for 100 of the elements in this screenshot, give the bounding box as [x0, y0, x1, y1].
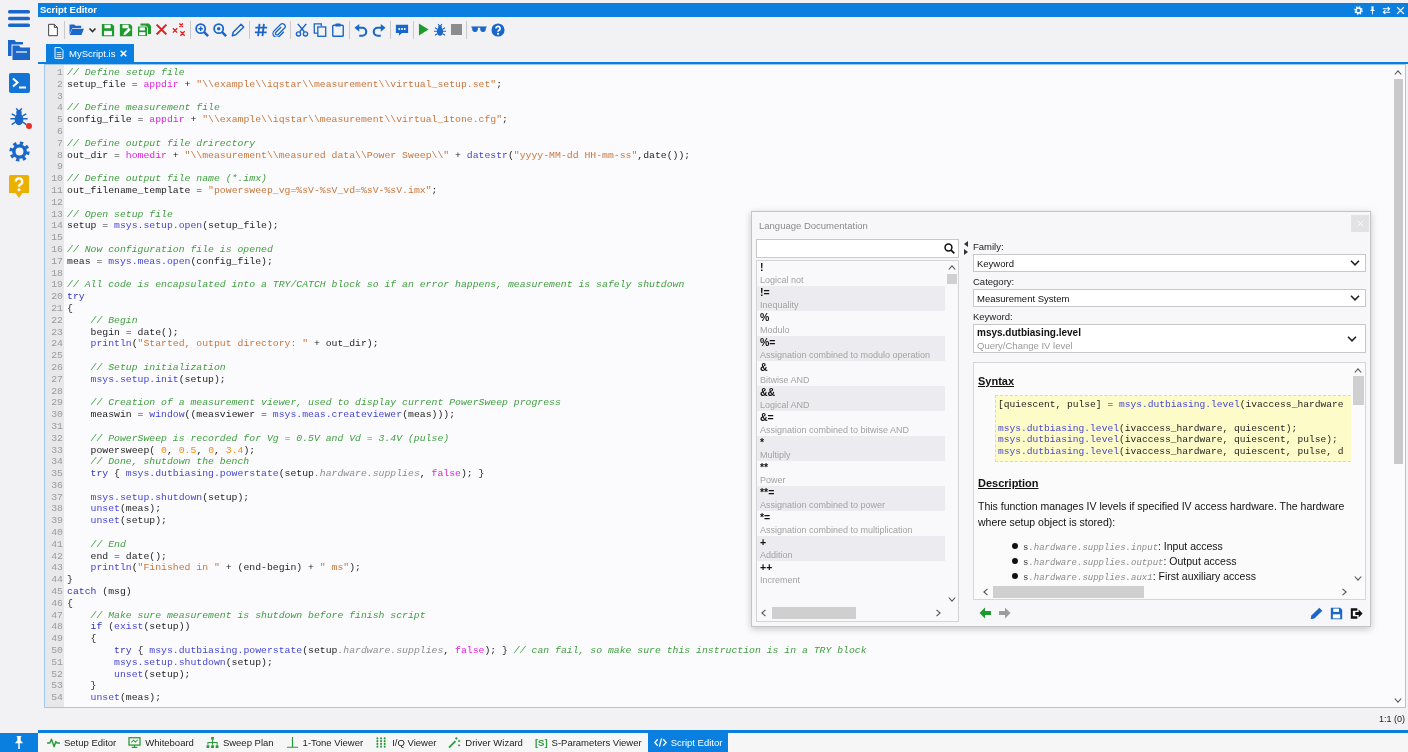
keyword-list-item[interactable]: && Logical AND — [757, 386, 945, 411]
keyword-list-item[interactable]: ++ Increment — [757, 561, 945, 586]
line-number: 2 — [57, 78, 63, 91]
code-line: if (exist(setup)) — [90, 621, 191, 634]
editor-tab[interactable]: MyScript.is — [46, 44, 135, 62]
taskbar-tab[interactable]: Sweep Plan — [199, 733, 280, 752]
redo-icon[interactable] — [372, 22, 386, 37]
line-number: 33 — [51, 444, 63, 457]
operator-symbol: % — [760, 311, 770, 324]
taskbar-tab[interactable]: [S] S-Parameters Viewer — [528, 733, 648, 752]
chevron-right-icon[interactable] — [936, 609, 941, 617]
taskbar-tab[interactable]: Driver Wizard — [442, 733, 529, 752]
dropdown[interactable]: Measurement System — [973, 289, 1366, 307]
hash-icon[interactable] — [254, 22, 268, 37]
folders-icon[interactable] — [8, 40, 30, 60]
pencil-icon[interactable] — [1310, 606, 1323, 620]
save-icon[interactable] — [1330, 606, 1343, 620]
scissors-icon[interactable] — [295, 22, 309, 37]
keyword-list-item[interactable]: + Addition — [757, 536, 945, 561]
scrollbar-thumb[interactable] — [772, 607, 856, 619]
keyword-list-item[interactable]: ** Power — [757, 461, 945, 486]
taskbar-tab[interactable]: Whiteboard — [122, 733, 200, 752]
code-line: // Now configuration file is opened — [67, 243, 273, 256]
line-number: 42 — [51, 550, 63, 563]
chevron-down-icon[interactable] — [1354, 576, 1362, 581]
magnifier-icon[interactable] — [213, 22, 227, 37]
scrollbar-thumb[interactable] — [993, 585, 1144, 598]
exit-icon[interactable] — [1350, 606, 1363, 620]
chevron-right-icon[interactable] — [1342, 587, 1347, 596]
pin-icon[interactable] — [1368, 5, 1377, 15]
new-file-icon[interactable] — [46, 22, 60, 37]
code-line: // Creation of a measurement viewer, used to display current PowerSweep progress — [90, 397, 561, 410]
play-icon[interactable] — [418, 23, 429, 36]
left-triangle-icon[interactable] — [964, 241, 968, 247]
close-icon[interactable] — [1396, 5, 1405, 15]
undo-icon[interactable] — [354, 22, 368, 37]
keyword-list-item[interactable]: % Modulo — [757, 311, 945, 336]
operator-description: Addition — [760, 548, 793, 561]
chevron-up-icon[interactable] — [1354, 368, 1362, 373]
menu-icon[interactable] — [8, 10, 30, 27]
line-number: 41 — [51, 538, 63, 551]
dropdown[interactable]: Keyword — [973, 254, 1366, 272]
code-line: try — [67, 291, 85, 303]
keyword-list-item[interactable]: &= Assignation combined to bitwise AND — [757, 411, 945, 436]
settings-icon[interactable] — [8, 141, 30, 162]
copy-icon[interactable] — [313, 22, 327, 37]
cross-icon[interactable] — [155, 23, 168, 36]
taskbar-tab[interactable]: Setup Editor — [41, 733, 123, 752]
line-number: 38 — [51, 503, 63, 516]
scrollbar-thumb[interactable] — [946, 274, 957, 284]
chevron-left-icon[interactable] — [761, 609, 766, 617]
save-all-icon[interactable] — [137, 22, 151, 37]
glasses-icon[interactable] — [471, 26, 487, 33]
keyword-list-item[interactable]: != Inequality — [757, 286, 945, 311]
zoom-in-icon[interactable] — [195, 22, 209, 37]
line-number: 44 — [51, 574, 63, 587]
pin-icon[interactable] — [0, 733, 38, 752]
keyword-list-item[interactable]: & Bitwise AND — [757, 361, 945, 386]
arrow-left-icon[interactable] — [979, 607, 991, 619]
swap-icon[interactable] — [1382, 5, 1391, 15]
code-line: msys.setup.shutdown(setup); — [114, 656, 273, 669]
chevron-up-icon[interactable] — [947, 265, 956, 270]
keyword-list-item[interactable]: * Multiply — [757, 436, 945, 461]
folder-icon[interactable] — [69, 23, 84, 36]
taskbar-tab[interactable]: 1-Tone Viewer — [279, 733, 370, 752]
operator-description: Inequality — [760, 298, 799, 311]
line-number: 49 — [51, 633, 63, 646]
chevron-up-icon[interactable] — [1394, 70, 1402, 75]
keyword-list-item[interactable]: **= Assignation combined to power — [757, 486, 945, 511]
bug-icon[interactable] — [9, 106, 29, 128]
operator-description: Increment — [760, 573, 801, 586]
keyword-list-item[interactable]: *= Assignation combined to multiplication — [757, 511, 945, 536]
chevron-down-icon[interactable] — [1394, 698, 1402, 703]
crosses-icon[interactable] — [172, 22, 186, 37]
right-triangle-icon[interactable] — [964, 249, 968, 255]
line-number: 34 — [51, 456, 63, 469]
code-line: msys.setup.shutdown(setup); — [90, 491, 250, 504]
chevron-left-icon[interactable] — [983, 587, 988, 596]
scrollbar-thumb[interactable] — [1393, 79, 1403, 464]
keyword-dropdown[interactable]: msys.dutbiasing.level Query/Change IV level — [973, 324, 1366, 353]
chevron-down-icon[interactable] — [947, 597, 956, 602]
pencil-icon[interactable] — [231, 22, 245, 37]
close-icon[interactable] — [120, 49, 128, 57]
search-field[interactable] — [756, 239, 959, 258]
help-icon[interactable] — [491, 22, 505, 37]
taskbar-tab[interactable]: I/Q Viewer — [369, 733, 443, 752]
keyword-list-item[interactable]: ! Logical not — [757, 261, 945, 286]
code-line: // Open setup file — [67, 208, 173, 221]
taskbar-tab[interactable]: Script Editor — [647, 733, 729, 752]
terminal-icon[interactable] — [8, 73, 30, 93]
bug-icon[interactable] — [433, 22, 447, 37]
keyword-list-item[interactable]: %= Assignation combined to modulo operation — [757, 336, 945, 361]
line-number: 48 — [51, 621, 63, 634]
paperclip-icon[interactable] — [272, 22, 286, 37]
scrollbar-thumb[interactable] — [1352, 376, 1364, 405]
search-icon[interactable] — [944, 243, 955, 254]
speech-bubble-icon[interactable] — [395, 22, 409, 37]
save-as-icon[interactable] — [119, 22, 133, 37]
clipboard-icon[interactable] — [331, 22, 345, 37]
save-icon[interactable] — [101, 22, 115, 37]
